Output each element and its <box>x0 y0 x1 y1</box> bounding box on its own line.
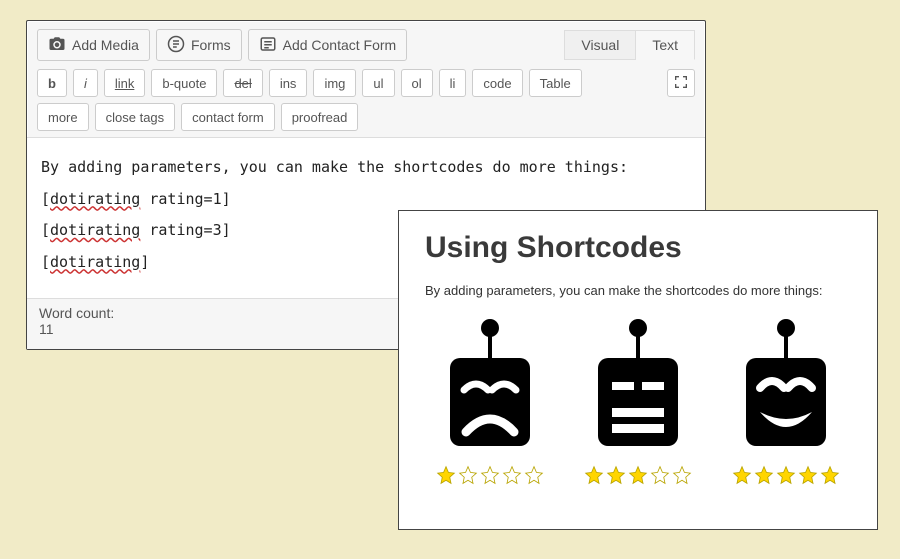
qt-ins[interactable]: ins <box>269 69 308 97</box>
add-media-button[interactable]: Add Media <box>37 29 150 61</box>
qt-italic[interactable]: i <box>73 69 98 97</box>
contact-form-icon <box>259 35 277 56</box>
robot-happy-icon <box>726 316 846 461</box>
content-line-1: By adding parameters, you can make the s… <box>41 152 691 184</box>
robot-row <box>425 316 851 485</box>
qt-code[interactable]: code <box>472 69 522 97</box>
robot-rating-3 <box>573 316 703 485</box>
fullscreen-icon <box>673 74 689 93</box>
tab-visual[interactable]: Visual <box>564 30 636 60</box>
qt-del[interactable]: del <box>223 69 262 97</box>
editor-quicktags: b i link b-quote del ins img ul ol li co… <box>27 65 705 138</box>
robot-rating-5 <box>721 316 851 485</box>
qt-contact-form[interactable]: contact form <box>181 103 275 131</box>
qt-proofread[interactable]: proofread <box>281 103 359 131</box>
forms-label: Forms <box>191 37 231 53</box>
qt-link[interactable]: link <box>104 69 146 97</box>
qt-li[interactable]: li <box>439 69 467 97</box>
robot-neutral-icon <box>578 316 698 461</box>
preview-panel: Using Shortcodes By adding parameters, y… <box>398 210 878 530</box>
editor-top-toolbar: Add Media Forms Add Contact Form Visual … <box>27 21 705 65</box>
editor-mode-tabs: Visual Text <box>564 30 695 60</box>
preview-title: Using Shortcodes <box>425 231 851 265</box>
camera-icon <box>48 35 66 56</box>
qt-bquote[interactable]: b-quote <box>151 69 217 97</box>
robot-sad-icon <box>430 316 550 461</box>
qt-bold[interactable]: b <box>37 69 67 97</box>
form-icon <box>167 35 185 56</box>
stars-3 <box>584 465 692 485</box>
add-contact-form-button[interactable]: Add Contact Form <box>248 29 408 61</box>
qt-img[interactable]: img <box>313 69 356 97</box>
add-media-label: Add Media <box>72 37 139 53</box>
qt-ol[interactable]: ol <box>401 69 433 97</box>
preview-body: By adding parameters, you can make the s… <box>425 283 851 298</box>
tab-text[interactable]: Text <box>636 30 695 60</box>
qt-more[interactable]: more <box>37 103 89 131</box>
qt-table[interactable]: Table <box>529 69 582 97</box>
robot-rating-1 <box>425 316 555 485</box>
stars-5 <box>732 465 840 485</box>
add-contact-label: Add Contact Form <box>283 37 397 53</box>
stars-1 <box>436 465 544 485</box>
qt-close-tags[interactable]: close tags <box>95 103 176 131</box>
fullscreen-button[interactable] <box>667 69 695 97</box>
forms-button[interactable]: Forms <box>156 29 242 61</box>
qt-ul[interactable]: ul <box>362 69 394 97</box>
